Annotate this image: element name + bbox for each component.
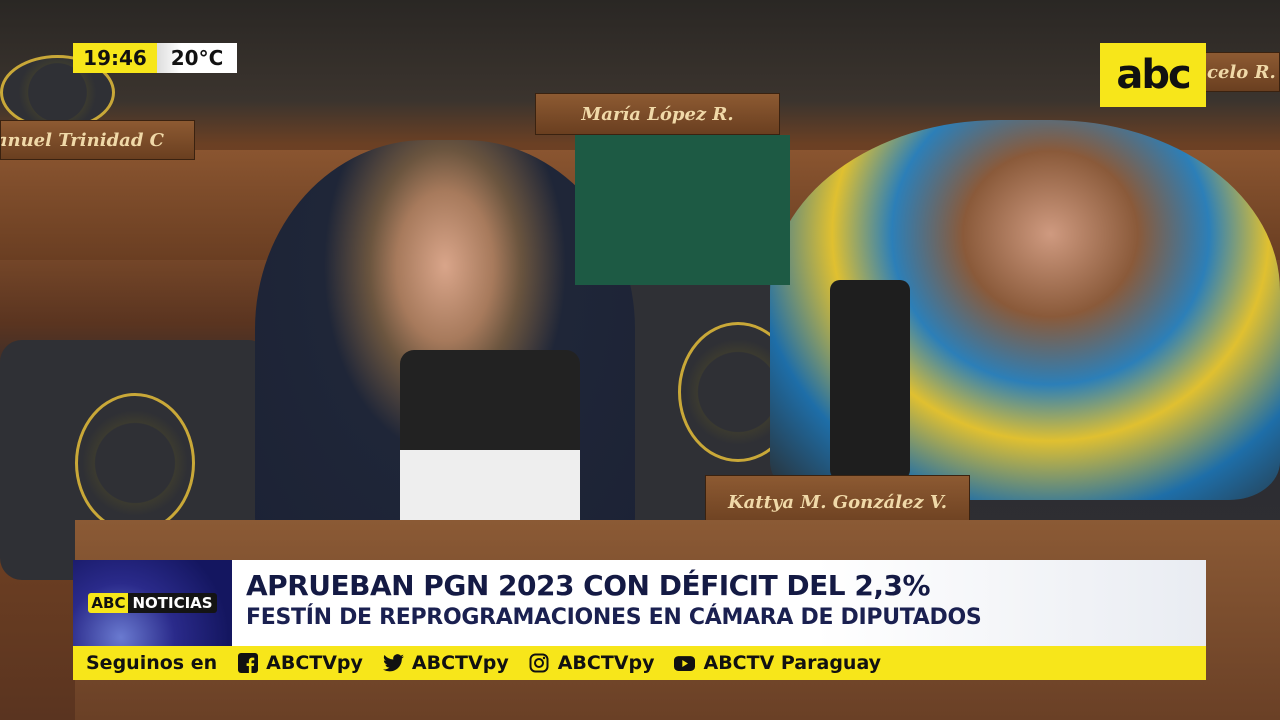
brand-noticias: NOTICIAS	[128, 593, 217, 613]
social-label: Seguinos en	[86, 652, 218, 674]
social-handle: ABCTVpy	[557, 652, 655, 674]
subheadline: FESTÍN DE REPROGRAMACIONES EN CÁMARA DE …	[246, 605, 982, 630]
facebook-icon	[237, 653, 258, 674]
social-bar: Seguinos en ABCTVpy ABCTVpy ABCTVpy ABCT…	[73, 646, 1206, 680]
nameplate: María López R.	[535, 93, 780, 135]
time: 19:46	[73, 43, 157, 73]
poster	[575, 135, 790, 285]
abc-logo: abc	[1100, 43, 1206, 107]
paraguay-seal	[75, 393, 195, 533]
time-weather-badge: 19:46 20°C	[73, 43, 237, 73]
youtube-icon	[674, 653, 696, 674]
social-handle: ABCTVpy	[411, 652, 509, 674]
abc-noticias-brand: ABC NOTICIAS	[73, 560, 232, 646]
social-handle: ABCTV Paraguay	[703, 652, 882, 674]
social-twitter: ABCTVpy	[382, 652, 509, 674]
social-youtube: ABCTV Paraguay	[674, 652, 881, 674]
temperature: 20°C	[157, 43, 237, 73]
instagram-icon	[529, 653, 550, 674]
social-facebook: ABCTVpy	[237, 652, 363, 674]
twitter-icon	[382, 653, 404, 674]
nameplate: celo R. S	[1200, 52, 1280, 92]
social-handle: ABCTVpy	[266, 652, 363, 674]
social-instagram: ABCTVpy	[529, 652, 655, 674]
brand-abc: ABC	[88, 593, 129, 613]
headline: APRUEBAN PGN 2023 CON DÉFICIT DEL 2,3%	[246, 569, 931, 602]
headline-box: APRUEBAN PGN 2023 CON DÉFICIT DEL 2,3% F…	[232, 560, 1206, 646]
nameplate: anuel Trinidad C	[0, 120, 195, 160]
thermos	[830, 280, 910, 480]
